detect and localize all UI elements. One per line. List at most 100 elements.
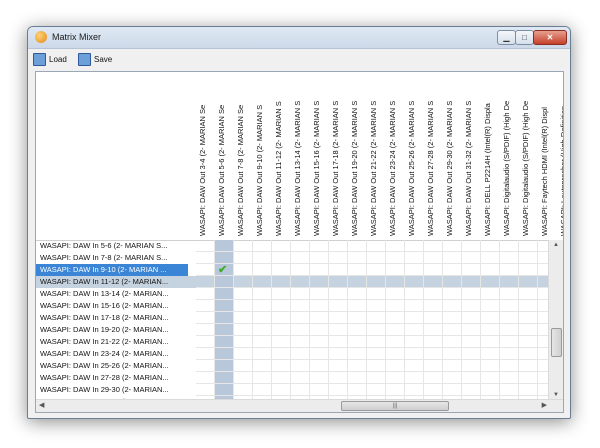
matrix-cell[interactable] xyxy=(272,384,291,396)
matrix-cell[interactable] xyxy=(500,372,519,384)
matrix-cell[interactable] xyxy=(519,336,538,348)
row-label[interactable]: WASAPI: DAW In 13-14 (2- MARIAN... xyxy=(36,288,188,300)
matrix-cell[interactable] xyxy=(272,336,291,348)
matrix-cell[interactable] xyxy=(500,312,519,324)
matrix-cell[interactable] xyxy=(348,312,367,324)
matrix-cell[interactable] xyxy=(272,312,291,324)
matrix-cell[interactable] xyxy=(272,372,291,384)
matrix-cell[interactable] xyxy=(196,300,215,312)
matrix-cell[interactable] xyxy=(253,264,272,276)
matrix-cell[interactable] xyxy=(405,360,424,372)
matrix-cell[interactable] xyxy=(462,264,481,276)
matrix-row[interactable]: WASAPI: DAW In 11-12 (2- MARIAN... xyxy=(36,276,548,288)
matrix-cell[interactable] xyxy=(348,360,367,372)
matrix-cell[interactable] xyxy=(215,324,234,336)
matrix-cell[interactable] xyxy=(481,348,500,360)
matrix-cell[interactable] xyxy=(291,360,310,372)
matrix-cell[interactable] xyxy=(386,372,405,384)
matrix-cell[interactable] xyxy=(215,336,234,348)
matrix-cell[interactable] xyxy=(500,324,519,336)
row-label[interactable]: WASAPI: DAW In 27-28 (2- MARIAN... xyxy=(36,372,188,384)
matrix-cell[interactable] xyxy=(462,300,481,312)
row-label[interactable]: WASAPI: DAW In 5-6 (2- MARIAN S... xyxy=(36,240,188,252)
save-button[interactable]: Save xyxy=(78,52,112,66)
matrix-cell[interactable] xyxy=(367,372,386,384)
scroll-down-icon[interactable]: ▼ xyxy=(553,392,559,398)
matrix-cell[interactable] xyxy=(386,336,405,348)
matrix-cell[interactable] xyxy=(367,288,386,300)
matrix-row[interactable]: WASAPI: DAW In 27-28 (2- MARIAN... xyxy=(36,372,548,384)
matrix-cell[interactable] xyxy=(462,336,481,348)
matrix-cell[interactable] xyxy=(234,288,253,300)
matrix-cell[interactable] xyxy=(291,288,310,300)
matrix-cell[interactable] xyxy=(424,324,443,336)
matrix-cell[interactable] xyxy=(386,264,405,276)
matrix-cell[interactable] xyxy=(291,384,310,396)
matrix-cell[interactable] xyxy=(253,240,272,252)
matrix-cell[interactable] xyxy=(405,240,424,252)
matrix-cell[interactable] xyxy=(405,252,424,264)
matrix-cell[interactable] xyxy=(367,384,386,396)
vertical-scrollbar[interactable]: ▲ ▼ xyxy=(548,240,563,400)
matrix-cell[interactable] xyxy=(481,276,500,288)
matrix-cell[interactable] xyxy=(234,300,253,312)
matrix-cell[interactable] xyxy=(234,276,253,288)
matrix-cell[interactable] xyxy=(367,360,386,372)
matrix-cell[interactable] xyxy=(348,336,367,348)
matrix-cell[interactable] xyxy=(215,300,234,312)
matrix-cell[interactable] xyxy=(310,300,329,312)
matrix-cell[interactable] xyxy=(519,360,538,372)
matrix-cell[interactable] xyxy=(367,252,386,264)
matrix-cell[interactable] xyxy=(500,348,519,360)
matrix-cell[interactable] xyxy=(367,312,386,324)
matrix-cell[interactable] xyxy=(253,372,272,384)
matrix-cell[interactable] xyxy=(405,288,424,300)
matrix-cell[interactable] xyxy=(462,360,481,372)
matrix-cell[interactable] xyxy=(386,252,405,264)
matrix-cell[interactable] xyxy=(405,348,424,360)
matrix-cell[interactable] xyxy=(215,276,234,288)
matrix-cell[interactable] xyxy=(253,324,272,336)
row-label[interactable]: WASAPI: DAW In 25-26 (2- MARIAN... xyxy=(36,360,188,372)
matrix-cell[interactable] xyxy=(329,384,348,396)
matrix-cell[interactable] xyxy=(196,252,215,264)
matrix-cell[interactable] xyxy=(538,264,548,276)
matrix-row[interactable]: WASAPI: DAW In 15-16 (2- MARIAN... xyxy=(36,300,548,312)
matrix-cell[interactable] xyxy=(253,312,272,324)
matrix-cell[interactable] xyxy=(386,384,405,396)
matrix-cell[interactable] xyxy=(367,348,386,360)
matrix-cell[interactable] xyxy=(462,348,481,360)
row-label[interactable]: WASAPI: DAW In 23-24 (2- MARIAN... xyxy=(36,348,188,360)
matrix-cell[interactable] xyxy=(538,372,548,384)
matrix-cell[interactable] xyxy=(348,300,367,312)
matrix-row[interactable]: WASAPI: DAW In 9-10 (2- MARIAN ... ✔ xyxy=(36,264,548,276)
matrix-cell[interactable] xyxy=(519,288,538,300)
matrix-cell[interactable] xyxy=(367,336,386,348)
matrix-cell[interactable] xyxy=(367,264,386,276)
matrix-cell[interactable] xyxy=(310,384,329,396)
matrix-cell[interactable] xyxy=(538,252,548,264)
matrix-cell[interactable] xyxy=(443,372,462,384)
matrix-cell[interactable] xyxy=(424,276,443,288)
matrix-cell[interactable] xyxy=(424,360,443,372)
matrix-cell[interactable] xyxy=(500,336,519,348)
matrix-cell[interactable] xyxy=(310,276,329,288)
matrix-cell[interactable] xyxy=(500,300,519,312)
matrix-cell[interactable] xyxy=(405,264,424,276)
matrix-row[interactable]: WASAPI: DAW In 25-26 (2- MARIAN... xyxy=(36,360,548,372)
matrix-cell[interactable] xyxy=(329,264,348,276)
matrix-cell[interactable] xyxy=(386,324,405,336)
row-label[interactable]: WASAPI: DAW In 21-22 (2- MARIAN... xyxy=(36,336,188,348)
matrix-cell[interactable] xyxy=(234,324,253,336)
matrix-cell[interactable] xyxy=(310,312,329,324)
matrix-cell[interactable] xyxy=(329,348,348,360)
matrix-cell[interactable] xyxy=(329,372,348,384)
matrix-cell[interactable] xyxy=(215,288,234,300)
matrix-cell[interactable]: ✔ xyxy=(215,264,234,276)
matrix-cell[interactable] xyxy=(500,288,519,300)
matrix-row[interactable]: WASAPI: DAW In 5-6 (2- MARIAN S... xyxy=(36,240,548,252)
matrix-cell[interactable] xyxy=(196,348,215,360)
matrix-cell[interactable] xyxy=(291,336,310,348)
matrix-cell[interactable] xyxy=(538,348,548,360)
matrix-cell[interactable] xyxy=(348,288,367,300)
